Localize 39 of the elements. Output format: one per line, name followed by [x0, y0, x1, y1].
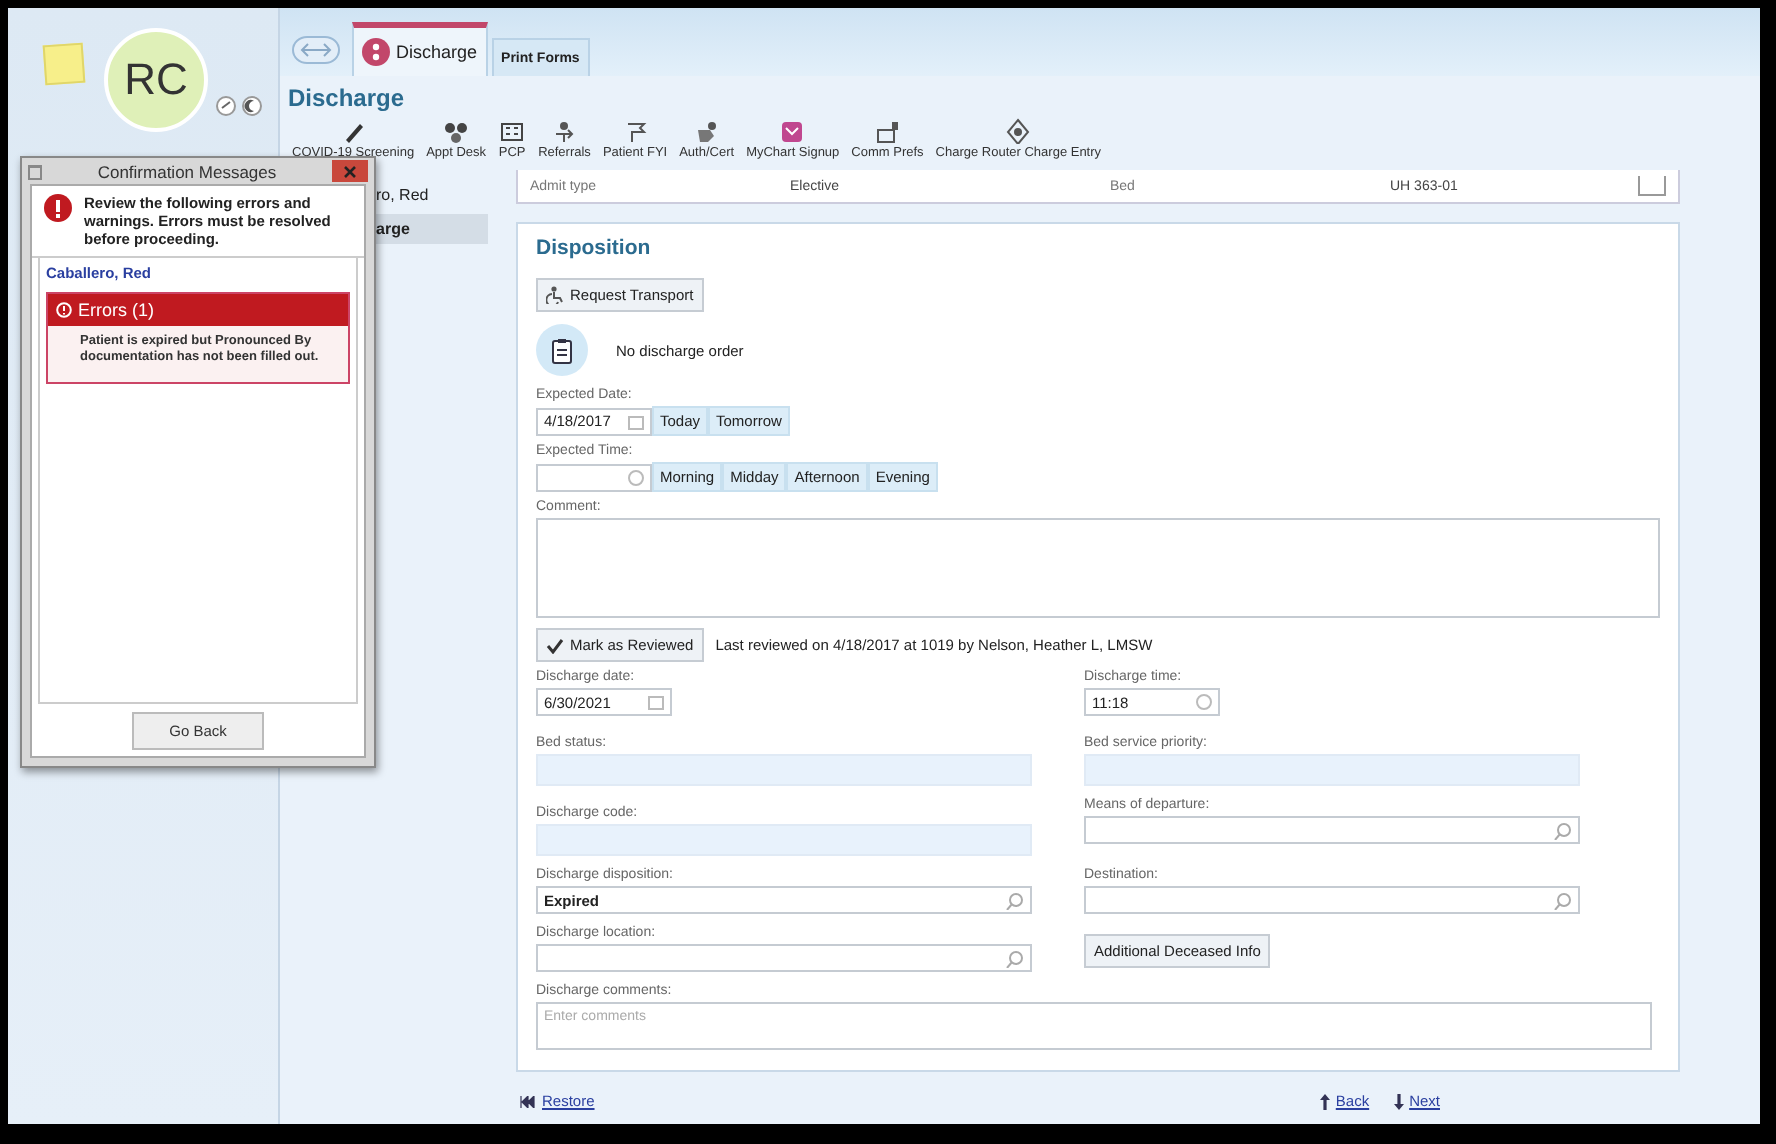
section-title: Disposition [536, 236, 653, 260]
lookup-field[interactable] [536, 944, 1032, 972]
patient-avatar: RC [104, 28, 208, 132]
checkmark-icon [546, 637, 564, 653]
history-arrows-icon[interactable] [292, 36, 340, 64]
activity-title: Discharge [286, 82, 407, 112]
search-icon[interactable] [1006, 891, 1024, 909]
down-arrow-icon [1393, 1093, 1404, 1109]
nav-item[interactable]: ro, Red [372, 180, 488, 210]
sticky-note-icon[interactable] [42, 42, 86, 86]
clipboard-icon [536, 324, 588, 376]
alert-icon [56, 302, 72, 318]
errors-header[interactable]: Errors (1) [48, 294, 348, 326]
clock-icon[interactable] [628, 469, 644, 485]
wheelchair-icon [546, 286, 564, 304]
rewind-icon [520, 1095, 536, 1107]
dialog-title: Confirmation Messages [95, 161, 279, 181]
tab[interactable]: Discharge [352, 22, 488, 76]
edit-icon[interactable] [216, 96, 236, 116]
time-field[interactable] [536, 463, 652, 491]
nav-item[interactable]: arge [372, 214, 488, 244]
moon-icon[interactable] [242, 96, 262, 116]
calendar-icon[interactable] [628, 413, 644, 429]
close-icon [344, 165, 356, 177]
arrow-person-icon [550, 118, 579, 144]
search-icon[interactable] [1554, 891, 1572, 909]
error-icon [44, 194, 72, 222]
up-arrow-icon [1319, 1093, 1330, 1109]
close-button[interactable] [332, 160, 368, 182]
search-icon[interactable] [1006, 949, 1024, 967]
people-icon [442, 118, 471, 144]
comment-field[interactable] [536, 518, 1660, 618]
diamond-icon [1004, 118, 1033, 144]
search-icon[interactable] [1554, 821, 1572, 839]
expand-button[interactable] [1638, 176, 1666, 196]
clock-icon[interactable] [1196, 694, 1212, 710]
calendar-icon[interactable] [648, 694, 664, 710]
lookup-field[interactable] [1084, 886, 1580, 914]
lookup-field[interactable] [1084, 816, 1580, 844]
